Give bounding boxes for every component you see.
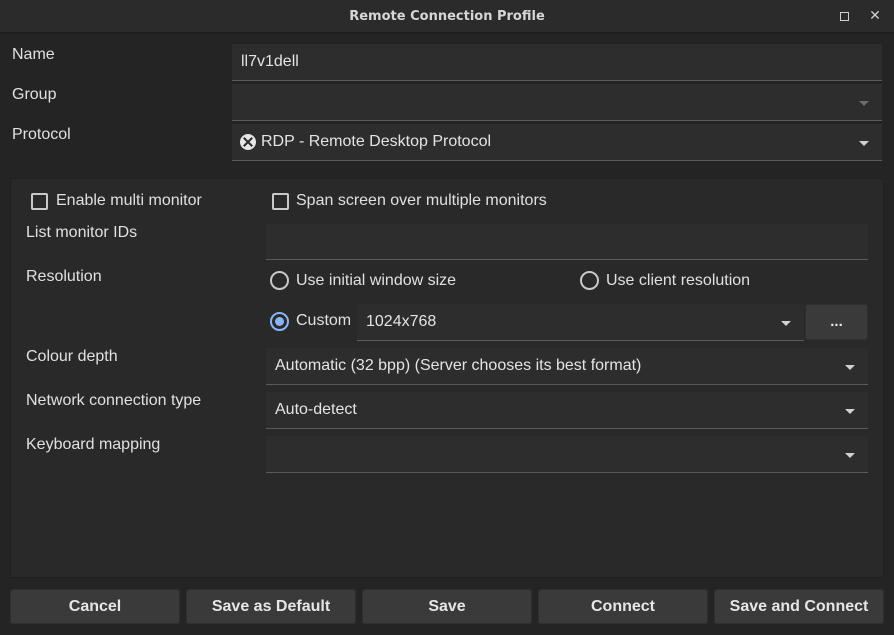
enable-multi-monitor-label: Enable multi monitor [56, 192, 202, 209]
window-title: Remote Connection Profile [349, 9, 545, 24]
use-client-resolution-radio[interactable] [580, 271, 599, 290]
group-combo[interactable] [232, 84, 882, 121]
resolution-label: Resolution [26, 268, 102, 285]
custom-resolution-radio[interactable] [270, 312, 289, 331]
list-monitor-ids-label: List monitor IDs [26, 224, 138, 241]
keyboard-mapping-select[interactable] [266, 436, 868, 473]
chevron-down-icon [859, 141, 869, 146]
custom-resolution-label: Custom [296, 312, 352, 329]
name-input[interactable]: ll7v1dell [232, 44, 882, 81]
enable-multi-monitor-checkbox[interactable] [31, 193, 48, 210]
protocol-label: Protocol [12, 126, 71, 143]
colour-depth-label: Colour depth [26, 348, 118, 365]
chevron-down-icon [845, 453, 855, 458]
colour-depth-select[interactable]: Automatic (32 bpp) (Server chooses its b… [266, 348, 868, 385]
resolution-more-button[interactable]: ... [805, 304, 868, 340]
custom-resolution-combo[interactable]: 1024x768 [357, 304, 804, 341]
rdp-icon [240, 134, 256, 150]
dialog-content: Name ll7v1dell Group Protocol RDP - Remo… [0, 34, 894, 635]
colour-depth-value: Automatic (32 bpp) (Server chooses its b… [275, 357, 642, 374]
use-initial-window-size-radio[interactable] [270, 271, 289, 290]
group-label: Group [12, 86, 57, 103]
network-connection-type-value: Auto-detect [275, 401, 357, 418]
save-and-connect-button[interactable]: Save and Connect [714, 589, 884, 624]
use-client-resolution-label: Use client resolution [606, 272, 751, 289]
keyboard-mapping-label: Keyboard mapping [26, 436, 161, 453]
use-initial-window-size-label: Use initial window size [296, 272, 457, 289]
title-bar: Remote Connection Profile ✕ [0, 0, 894, 33]
span-screen-label: Span screen over multiple monitors [296, 192, 547, 209]
save-button[interactable]: Save [362, 589, 532, 624]
chevron-down-icon [781, 321, 791, 326]
cancel-button[interactable]: Cancel [10, 589, 180, 624]
connect-button[interactable]: Connect [538, 589, 708, 624]
protocol-select[interactable]: RDP - Remote Desktop Protocol [232, 124, 882, 161]
save-as-default-button[interactable]: Save as Default [186, 589, 356, 624]
chevron-down-icon [859, 101, 869, 106]
close-icon[interactable]: ✕ [867, 8, 883, 24]
list-monitor-ids-input[interactable] [266, 224, 868, 260]
maximize-icon[interactable] [836, 8, 852, 24]
protocol-value: RDP - Remote Desktop Protocol [261, 133, 492, 150]
network-connection-type-label: Network connection type [26, 392, 202, 409]
settings-panel: Enable multi monitor Span screen over mu… [10, 178, 884, 578]
chevron-down-icon [845, 365, 855, 370]
span-screen-checkbox[interactable] [272, 193, 289, 210]
name-label: Name [12, 46, 55, 63]
network-connection-type-select[interactable]: Auto-detect [266, 392, 868, 429]
chevron-down-icon [845, 409, 855, 414]
custom-resolution-value: 1024x768 [366, 313, 437, 330]
name-value: ll7v1dell [241, 53, 299, 70]
